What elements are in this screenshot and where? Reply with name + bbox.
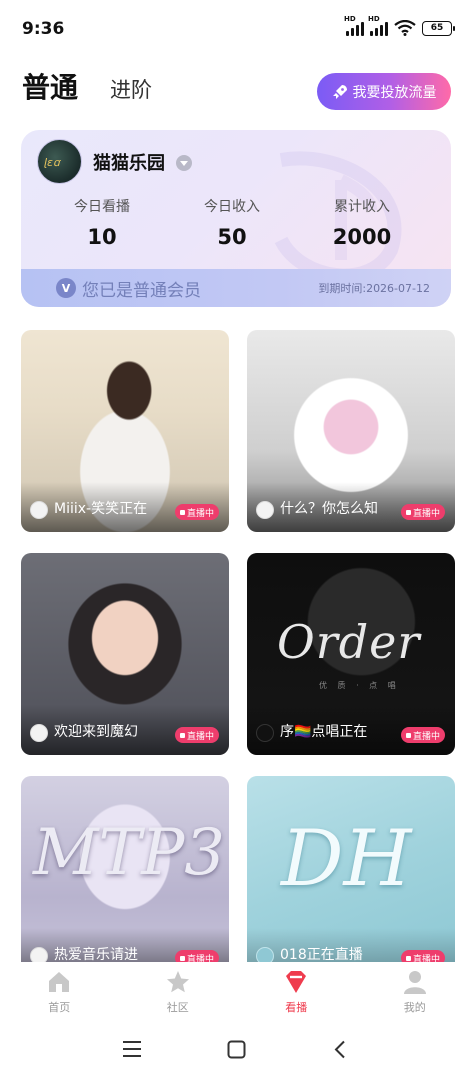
cover-logo-text: MTP3 — [33, 816, 225, 890]
channel-name[interactable]: 猫猫乐园 — [93, 149, 165, 175]
live-room-card[interactable]: DH 018正在直播 直播中 — [247, 776, 455, 978]
cover-logo-text: Order — [277, 615, 421, 669]
rocket-icon — [332, 84, 347, 99]
stat-value: 10 — [87, 225, 117, 249]
stat-label: 今日收入 — [204, 199, 260, 215]
watch-gem-icon — [286, 971, 307, 993]
hd-label: HD — [368, 15, 380, 23]
status-bar: 9:36 HD HD 65 — [0, 0, 474, 58]
nav-label: 社区 — [166, 1001, 189, 1014]
stat-today-views: 今日看播 10 — [37, 196, 167, 249]
app-screen: 9:36 HD HD 65 普通 进阶 我要投放流量 ɭɛꭤ 猫猫乐园 今日看播… — [0, 0, 474, 1080]
home-square-icon[interactable] — [227, 1040, 246, 1059]
live-room-title: 018正在直播 — [280, 947, 363, 963]
live-badge: 直播中 — [174, 727, 219, 743]
star-icon — [166, 971, 189, 993]
live-badge: 直播中 — [400, 504, 445, 520]
tab-advanced[interactable]: 进阶 — [110, 74, 152, 106]
live-room-card[interactable]: 欢迎来到魔幻 直播中 — [21, 553, 229, 755]
cover-subtext: 优 质 · 点 唱 — [319, 681, 400, 690]
streamer-avatar — [30, 724, 48, 742]
stat-total-income: 累计收入 2000 — [297, 196, 427, 249]
nav-label: 首页 — [48, 1001, 71, 1014]
live-room-title: Miiix-笑笑正在 — [54, 501, 148, 517]
promote-traffic-label: 我要投放流量 — [352, 84, 437, 101]
live-badge: 直播中 — [400, 727, 445, 743]
status-time: 9:36 — [22, 19, 65, 39]
home-icon — [49, 972, 70, 992]
cover-logo-text: DH — [281, 814, 412, 904]
chevron-down-icon[interactable] — [176, 155, 192, 171]
live-badge: 直播中 — [174, 504, 219, 520]
live-room-card[interactable]: Order 优 质 · 点 唱 序🏳️‍🌈点唱正在 直播中 — [247, 553, 455, 755]
nav-home[interactable]: 首页 — [0, 962, 119, 1022]
mode-tabs: 普通 进阶 — [22, 66, 152, 106]
nav-label: 看播 — [285, 1001, 308, 1014]
nav-label: 我的 — [403, 1001, 426, 1014]
nav-watch[interactable]: 看播 — [237, 962, 356, 1022]
streamer-avatar — [30, 501, 48, 519]
promote-traffic-button[interactable]: 我要投放流量 — [317, 73, 451, 110]
tab-normal[interactable]: 普通 — [22, 66, 78, 106]
live-room-title: 热爱音乐请进 — [54, 947, 138, 963]
profile-icon — [403, 971, 426, 994]
live-room-title: 序🏳️‍🌈点唱正在 — [280, 724, 368, 740]
avatar[interactable]: ɭɛꭤ — [37, 139, 82, 184]
stat-today-income: 今日收入 50 — [167, 196, 297, 249]
live-room-title: 欢迎来到魔幻 — [54, 724, 138, 740]
signal-icon: HD — [368, 15, 388, 36]
hd-label: HD — [344, 15, 356, 23]
live-room-card[interactable]: Miiix-笑笑正在 直播中 — [21, 330, 229, 532]
streamer-avatar — [256, 724, 274, 742]
nav-profile[interactable]: 我的 — [356, 962, 474, 1022]
menu-icon[interactable] — [122, 1040, 142, 1058]
expiry-date: 到期时间:2026-07-12 — [318, 282, 430, 295]
status-icons: HD HD 65 — [344, 15, 455, 36]
vip-badge-icon: V — [56, 278, 76, 298]
stat-value: 2000 — [332, 225, 392, 249]
battery-icon: 65 — [422, 20, 455, 36]
stat-label: 今日看播 — [74, 199, 130, 215]
live-room-title: 什么？你怎么知 — [280, 501, 378, 517]
member-card[interactable]: ɭɛꭤ 猫猫乐园 今日看播 10 今日收入 50 累计收入 2000 V 您已是… — [21, 130, 451, 307]
wifi-icon — [394, 20, 416, 36]
signal-icon: HD — [344, 15, 364, 36]
live-room-card[interactable]: MTP3 热爱音乐请进 直播中 — [21, 776, 229, 978]
nav-community[interactable]: 社区 — [119, 962, 238, 1022]
back-icon[interactable] — [333, 1040, 347, 1059]
membership-bar[interactable]: V 您已是普通会员 到期时间:2026-07-12 — [21, 269, 451, 307]
bottom-nav: 首页 社区 看播 我的 — [0, 962, 474, 1022]
stat-value: 50 — [217, 225, 247, 249]
stats-row: 今日看播 10 今日收入 50 累计收入 2000 — [21, 196, 451, 249]
streamer-avatar — [256, 501, 274, 519]
membership-status: 您已是普通会员 — [82, 280, 201, 301]
live-room-card[interactable]: 什么？你怎么知 直播中 — [247, 330, 455, 532]
stat-label: 累计收入 — [334, 199, 390, 215]
system-nav-bar — [0, 1022, 474, 1080]
